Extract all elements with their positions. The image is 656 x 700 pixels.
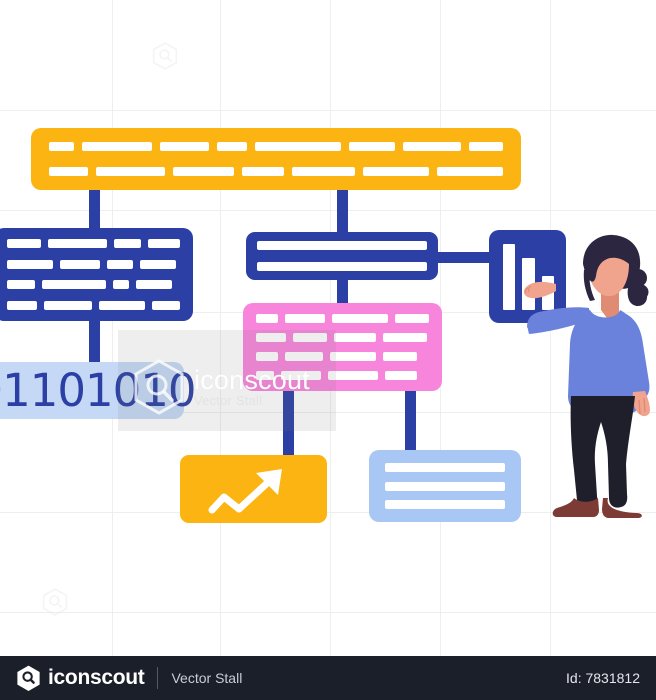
data-card-row (7, 239, 180, 248)
light-blue-list-card[interactable] (369, 450, 521, 522)
bar-segment (49, 142, 74, 151)
bar-segment (147, 239, 180, 248)
bar-segment (217, 142, 247, 151)
bar-segment (136, 280, 172, 290)
bar-segment (42, 280, 106, 290)
bar-segment (173, 167, 235, 176)
bar-card-row (257, 262, 427, 271)
data-card-row (7, 280, 180, 290)
watermark: iconscout Vector Stall (130, 358, 310, 416)
bar-segment (49, 167, 88, 176)
blue-data-card[interactable] (0, 228, 193, 321)
bar-segment (292, 167, 355, 176)
footer-brand[interactable]: iconscout (16, 665, 145, 691)
bar-card-row (257, 241, 427, 250)
growth-trend-card[interactable] (180, 455, 327, 523)
footer-divider (157, 667, 159, 689)
connector-topbar-to-blue-left (89, 186, 100, 234)
list-card-row (385, 481, 505, 491)
iconscout-magnifier-hex-icon (42, 588, 68, 616)
data-card-row (7, 259, 180, 269)
bar-segment (152, 300, 180, 310)
data-card-row (7, 300, 180, 310)
bar-segment (385, 463, 505, 472)
watermark-brand: iconscout (194, 365, 310, 395)
iconscout-magnifier-hex-icon (17, 665, 40, 691)
grid-line-horizontal (0, 612, 656, 613)
grid-line-vertical (112, 0, 113, 700)
data-card-row (256, 314, 429, 323)
bar-segment (436, 167, 504, 176)
bar-segment (395, 314, 429, 323)
bar-segment (257, 262, 427, 271)
blue-bar-card[interactable] (246, 232, 438, 280)
watermark-vendor: Vector Stall (194, 393, 263, 409)
header-bar-row (49, 142, 503, 151)
bar-segment (113, 280, 129, 290)
connector-blue-mid-to-chart (434, 252, 496, 263)
bar-segment (332, 314, 388, 323)
list-card-row (385, 463, 505, 472)
bar-segment (47, 239, 107, 248)
bar-segment (159, 142, 210, 151)
chart-bar (503, 244, 516, 310)
bar-segment (330, 352, 376, 361)
yellow-header-bar[interactable] (31, 128, 521, 190)
bar-segment (385, 481, 505, 491)
bar-segment (7, 259, 53, 269)
bar-segment (107, 259, 133, 269)
pointing-hand-icon (522, 278, 558, 307)
bar-segment (44, 300, 92, 310)
bar-segment (334, 333, 376, 342)
bar-segment (362, 167, 429, 176)
list-card-row (385, 500, 505, 509)
bar-segment (403, 142, 461, 151)
bar-segment (7, 280, 35, 290)
bar-segment (81, 142, 152, 151)
bar-segment (383, 333, 427, 342)
footer-bar: iconscout Vector Stall Id: 7831812 (0, 656, 656, 700)
bar-segment (7, 239, 41, 248)
bar-segment (285, 314, 325, 323)
grid-line-horizontal (0, 110, 656, 111)
trend-up-arrow-icon (208, 469, 282, 514)
bar-segment (113, 239, 141, 248)
connector-blue-left-to-binary (89, 316, 100, 368)
bar-segment (349, 142, 396, 151)
bar-segment (60, 259, 100, 269)
connector-pink-to-lightblue (405, 385, 416, 457)
iconscout-magnifier-hex-icon (134, 359, 184, 415)
bar-segment (242, 167, 285, 176)
bar-segment (95, 167, 166, 176)
bar-segment (256, 314, 278, 323)
bar-segment (385, 371, 417, 380)
bar-segment (254, 142, 342, 151)
illustration-canvas: 01101010 (0, 0, 656, 700)
bar-segment (99, 300, 145, 310)
bar-segment (140, 259, 176, 269)
bar-segment (385, 500, 505, 509)
connector-topbar-to-blue-mid (337, 186, 348, 238)
bar-segment (468, 142, 503, 151)
iconscout-magnifier-hex-icon (152, 42, 178, 70)
header-bar-row (49, 167, 504, 176)
footer-vendor-name: Vector Stall (171, 670, 243, 686)
footer-brand-name: iconscout (48, 666, 145, 689)
bar-segment (257, 241, 427, 250)
footer-asset-id: Id: 7831812 (566, 670, 640, 686)
bar-segment (383, 352, 417, 361)
standing-woman-figure (527, 228, 656, 520)
bar-segment (7, 300, 37, 310)
